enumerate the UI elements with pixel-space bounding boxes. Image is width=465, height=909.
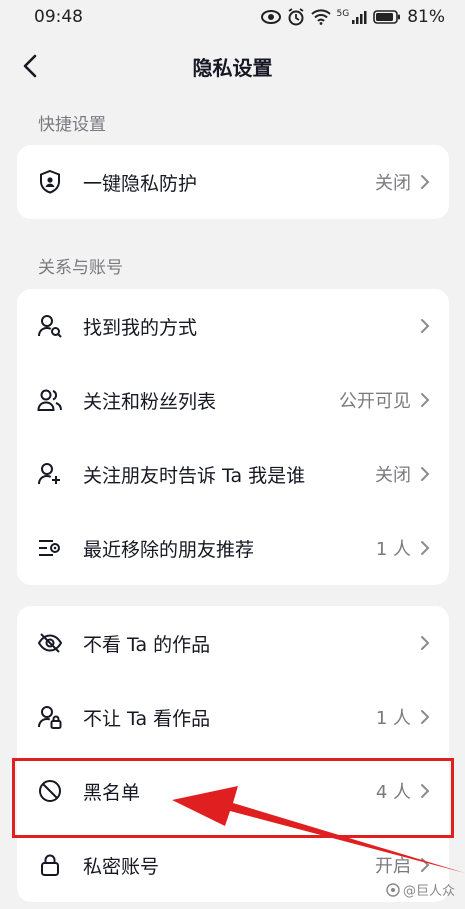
row-value: 公开可见 — [339, 391, 411, 412]
signal-icon — [352, 11, 367, 24]
eye-off-icon — [37, 630, 63, 656]
chevron-left-icon — [23, 54, 37, 78]
eye-icon — [260, 10, 281, 24]
people-icon — [37, 387, 63, 413]
person-add-icon — [37, 461, 63, 487]
row-value: 关闭 — [375, 173, 411, 194]
page-title: 隐私设置 — [192, 55, 273, 80]
row-label: 关注和粉丝列表 — [83, 390, 217, 413]
row-find-me[interactable]: 找到我的方式 — [17, 289, 449, 363]
status-time: 09:48 — [34, 7, 83, 27]
watermark: @巨人众 — [386, 880, 455, 899]
chevron-right-icon — [417, 538, 433, 558]
battery-percent: 81% — [407, 7, 445, 27]
row-value: 关闭 — [375, 465, 411, 486]
wifi-icon — [310, 9, 331, 25]
person-search-icon — [37, 313, 63, 339]
card-relations: 找到我的方式 关注和粉丝列表 公开可见 关注朋友时告诉 Ta 我是谁 关闭 最近… — [17, 289, 449, 585]
back-button[interactable] — [14, 50, 46, 82]
row-label: 找到我的方式 — [83, 316, 198, 339]
shield-person-icon — [37, 169, 63, 195]
section-label-relations: 关系与账号 — [38, 258, 123, 278]
chevron-right-icon — [417, 464, 433, 484]
lock-icon — [37, 852, 63, 878]
block-icon — [37, 778, 63, 804]
status-bar: 09:48 5G 81% — [0, 0, 465, 34]
row-label: 黑名单 — [83, 781, 141, 804]
row-label: 一键隐私防护 — [83, 172, 198, 195]
chevron-right-icon — [417, 316, 433, 336]
row-follow-fans-list[interactable]: 关注和粉丝列表 公开可见 — [17, 363, 449, 437]
alarm-icon — [288, 8, 303, 26]
list-view-icon — [37, 535, 63, 561]
row-value: 1 人 — [375, 708, 411, 729]
watermark-logo-icon — [386, 882, 400, 897]
person-lock-icon — [37, 704, 63, 730]
row-value: 4 人 — [375, 782, 411, 803]
chevron-right-icon — [417, 781, 433, 801]
row-tell-who-i-am[interactable]: 关注朋友时告诉 Ta 我是谁 关闭 — [17, 437, 449, 511]
row-label: 私密账号 — [83, 855, 160, 878]
row-label: 不让 Ta 看作品 — [83, 707, 211, 730]
status-icons: 5G 81% — [260, 7, 445, 27]
chevron-right-icon — [417, 707, 433, 727]
row-value: 开启 — [375, 856, 411, 877]
row-label: 关注朋友时告诉 Ta 我是谁 — [83, 464, 306, 487]
row-blacklist[interactable]: 黑名单 4 人 — [17, 754, 449, 828]
row-label: 最近移除的朋友推荐 — [83, 538, 255, 561]
row-hide-their-works[interactable]: 不看 Ta 的作品 — [17, 606, 449, 680]
row-recently-removed[interactable]: 最近移除的朋友推荐 1 人 — [17, 511, 449, 585]
chevron-right-icon — [417, 390, 433, 410]
row-hide-my-works[interactable]: 不让 Ta 看作品 1 人 — [17, 680, 449, 754]
battery-icon — [373, 10, 401, 24]
card-block-settings: 不看 Ta 的作品 不让 Ta 看作品 1 人 黑名单 4 人 私密账号 开启 — [17, 606, 449, 902]
card-quick-settings: 一键隐私防护 关闭 — [17, 145, 449, 219]
section-label-quick: 快捷设置 — [38, 115, 106, 135]
chevron-right-icon — [417, 172, 433, 192]
row-privacy-protect[interactable]: 一键隐私防护 关闭 — [17, 145, 449, 219]
watermark-text: @巨人众 — [402, 884, 455, 899]
row-value: 1 人 — [375, 539, 411, 560]
network-label: 5G — [336, 9, 350, 19]
chevron-right-icon — [417, 855, 433, 875]
nav-bar: 隐私设置 — [0, 40, 465, 92]
row-label: 不看 Ta 的作品 — [83, 633, 211, 656]
chevron-right-icon — [417, 633, 433, 653]
row-private-account[interactable]: 私密账号 开启 — [17, 828, 449, 902]
